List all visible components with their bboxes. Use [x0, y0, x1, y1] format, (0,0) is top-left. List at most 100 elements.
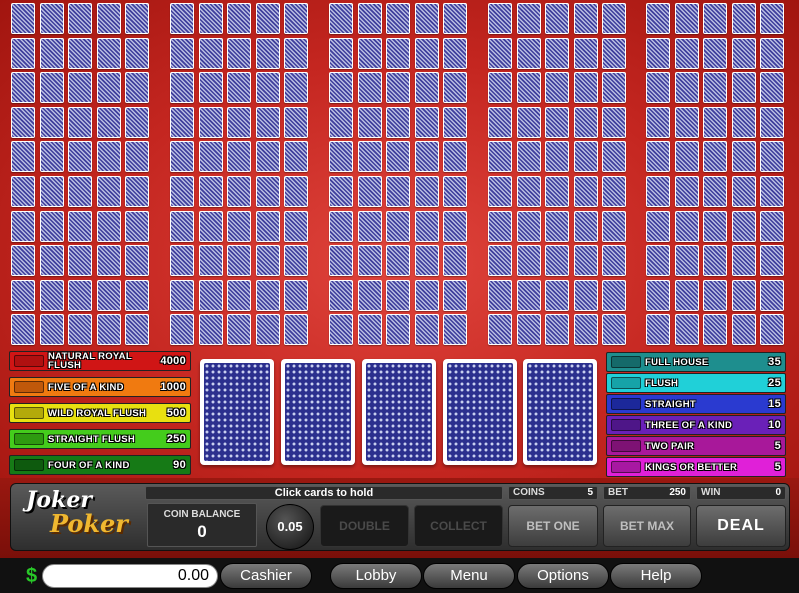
mini-card-back [646, 72, 670, 104]
paytable-row: WILD ROYAL FLUSH 500 [9, 403, 191, 423]
mini-card-back [516, 245, 541, 277]
mini-card-back [125, 3, 149, 34]
mini-card-back [760, 72, 784, 104]
mini-card-back [11, 314, 35, 346]
mini-card-back [329, 176, 353, 207]
menu-button[interactable]: Menu [423, 563, 515, 589]
paytable-hand-name: FOUR OF A KIND [48, 459, 130, 471]
mini-card-back [357, 3, 382, 34]
double-button[interactable]: DOUBLE [320, 505, 409, 547]
coin-balance-box: COIN BALANCE 0 [147, 503, 257, 547]
mini-card-back [39, 176, 64, 207]
paytable-hand-name: WILD ROYAL FLUSH [48, 407, 147, 419]
denomination-button[interactable]: 0.05 [266, 504, 314, 550]
mini-card-back [516, 72, 541, 104]
cashier-button[interactable]: Cashier [220, 563, 312, 589]
mini-card-back [329, 72, 353, 104]
paytable-row: FULL HOUSE 35 [606, 352, 786, 372]
mini-card-back [646, 279, 670, 311]
card-back-pattern [285, 363, 351, 461]
paytable-hand-name: STRAIGHT FLUSH [48, 433, 136, 445]
win-label: WIN [701, 487, 721, 498]
mini-card-back [125, 210, 149, 242]
mini-card-back [760, 279, 784, 311]
mini-card-back [357, 210, 382, 242]
mini-card-back [573, 106, 598, 138]
paytable-row: FIVE OF A KIND 1000 [9, 377, 191, 397]
help-button[interactable]: Help [610, 563, 702, 589]
mini-card-back [284, 314, 308, 346]
mini-card-back [170, 106, 194, 138]
paytable-row: TWO PAIR 5 [606, 436, 786, 456]
mini-card-back [68, 106, 92, 138]
mini-card-back [386, 279, 410, 311]
mini-card-back [703, 176, 727, 207]
mini-card-back [227, 245, 251, 277]
card-back-1[interactable] [200, 359, 274, 465]
lobby-button[interactable]: Lobby [330, 563, 422, 589]
mini-card-back [443, 314, 467, 346]
balance-value: 0.00 [177, 567, 209, 584]
mini-card-back [198, 141, 223, 173]
deal-button[interactable]: DEAL [696, 505, 786, 547]
mini-card-back [39, 37, 64, 69]
paytable-payout: 25 [768, 377, 781, 389]
mini-card-back [255, 314, 280, 346]
mini-card-back [329, 3, 353, 34]
mini-card-back [674, 106, 699, 138]
paytable-hand-name: TWO PAIR [645, 440, 695, 452]
mini-card-back [443, 210, 467, 242]
mini-card-back [125, 245, 149, 277]
lobby-label: Lobby [355, 567, 397, 584]
dollar-icon: $ [26, 565, 38, 587]
mini-card-back [125, 279, 149, 311]
mini-card-back [125, 72, 149, 104]
mini-card-back [39, 106, 64, 138]
mini-card-back [170, 141, 194, 173]
mini-card-back [602, 3, 626, 34]
mini-card-back [516, 106, 541, 138]
mini-card-back [674, 176, 699, 207]
mini-card-back [646, 37, 670, 69]
mini-card-back [255, 141, 280, 173]
bet-max-button[interactable]: BET MAX [603, 505, 691, 547]
paytable-row: FLUSH 25 [606, 373, 786, 393]
mini-card-back [198, 176, 223, 207]
menu-label: Menu [450, 567, 488, 584]
mini-card-back [602, 245, 626, 277]
mini-card-back [255, 3, 280, 34]
card-back-5[interactable] [523, 359, 597, 465]
mini-card-back [646, 176, 670, 207]
coin-balance-label: COIN BALANCE [163, 509, 241, 520]
mini-card-back [703, 141, 727, 173]
mini-card-back [443, 106, 467, 138]
bet-one-button[interactable]: BET ONE [508, 505, 598, 547]
mini-card-back [516, 141, 541, 173]
status-bar: Click cards to hold [145, 486, 503, 500]
mini-card-back [11, 245, 35, 277]
mini-card-back [170, 210, 194, 242]
mini-card-back [573, 314, 598, 346]
bet-value: 250 [669, 487, 686, 498]
mini-card-back [646, 314, 670, 346]
card-back-2[interactable] [281, 359, 355, 465]
paytable-row: THREE OF A KIND 10 [606, 415, 786, 435]
mini-card-back [516, 3, 541, 34]
card-back-4[interactable] [443, 359, 517, 465]
options-button[interactable]: Options [517, 563, 609, 589]
mini-card-back [96, 141, 121, 173]
mini-card-back [674, 3, 699, 34]
mini-card-back [284, 106, 308, 138]
paytable-payout: 15 [768, 398, 781, 410]
bet-display: BET 250 [603, 486, 691, 500]
mini-card-back [545, 106, 569, 138]
paytable-hand-name: FLUSH [645, 377, 679, 389]
mini-card-back [516, 279, 541, 311]
paytable-payout: 500 [166, 407, 186, 419]
mini-card-back [11, 3, 35, 34]
mini-card-back [329, 210, 353, 242]
balance-field[interactable]: 0.00 [42, 564, 218, 588]
card-back-3[interactable] [362, 359, 436, 465]
mini-card-back [170, 245, 194, 277]
collect-button[interactable]: COLLECT [414, 505, 503, 547]
